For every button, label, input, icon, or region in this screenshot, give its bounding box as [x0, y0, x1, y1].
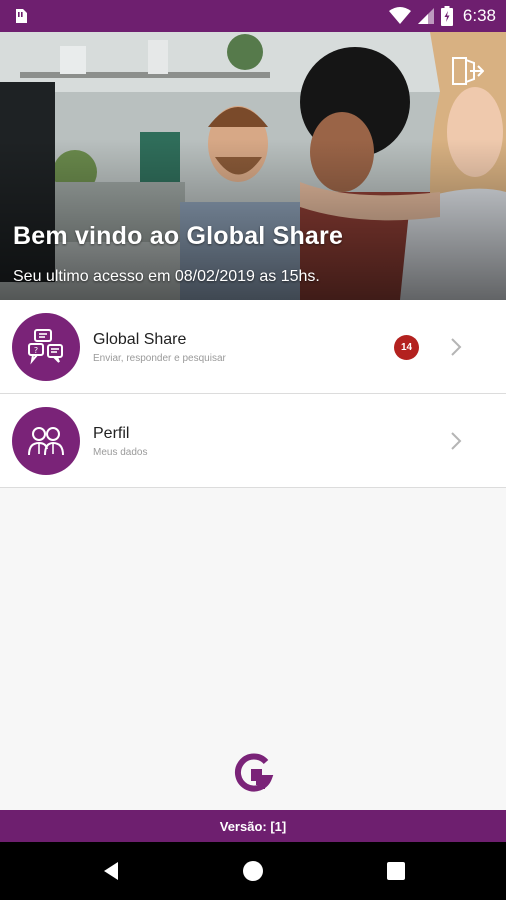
recents-icon[interactable]	[385, 860, 407, 882]
global-share-avatar: ?	[12, 313, 80, 381]
home-icon[interactable]	[242, 860, 264, 882]
version-bar: Versão: [1]	[0, 810, 506, 842]
global-share-logo	[234, 753, 274, 792]
svg-text:?: ?	[34, 346, 38, 355]
hero-shade	[0, 32, 506, 300]
last-access-text: Seu ultimo acesso em 08/02/2019 as 15hs.	[13, 268, 320, 285]
people-icon	[28, 427, 64, 456]
android-nav-bar	[0, 842, 506, 900]
chevron-right-icon	[451, 338, 462, 356]
status-bar: 6:38	[0, 0, 506, 32]
menu-item-global-share[interactable]: ? Global Share Enviar, responder e pesqu…	[0, 300, 506, 394]
unread-badge: 14	[394, 335, 419, 360]
menu-list: ? Global Share Enviar, responder e pesqu…	[0, 300, 506, 488]
wifi-icon	[388, 7, 411, 24]
signal-icon	[417, 8, 434, 24]
back-icon[interactable]	[100, 860, 122, 882]
perfil-avatar	[12, 407, 80, 475]
welcome-title: Bem vindo ao Global Share	[13, 222, 344, 250]
hero-banner: Bem vindo ao Global Share Seu ultimo ace…	[0, 32, 506, 300]
logout-icon[interactable]	[450, 56, 484, 86]
menu-item-title: Perfil	[93, 425, 130, 442]
clock: 6:38	[462, 6, 496, 25]
menu-item-subtitle: Enviar, responder e pesquisar	[93, 353, 226, 364]
chevron-right-icon	[451, 432, 462, 450]
battery-icon	[440, 6, 453, 26]
menu-item-perfil[interactable]: Perfil Meus dados	[0, 394, 506, 488]
version-text: Versão: [1]	[219, 818, 287, 834]
menu-item-title: Global Share	[93, 331, 187, 348]
notification-icon	[16, 9, 27, 23]
menu-item-subtitle: Meus dados	[93, 447, 148, 458]
chat-icon: ?	[28, 329, 63, 365]
